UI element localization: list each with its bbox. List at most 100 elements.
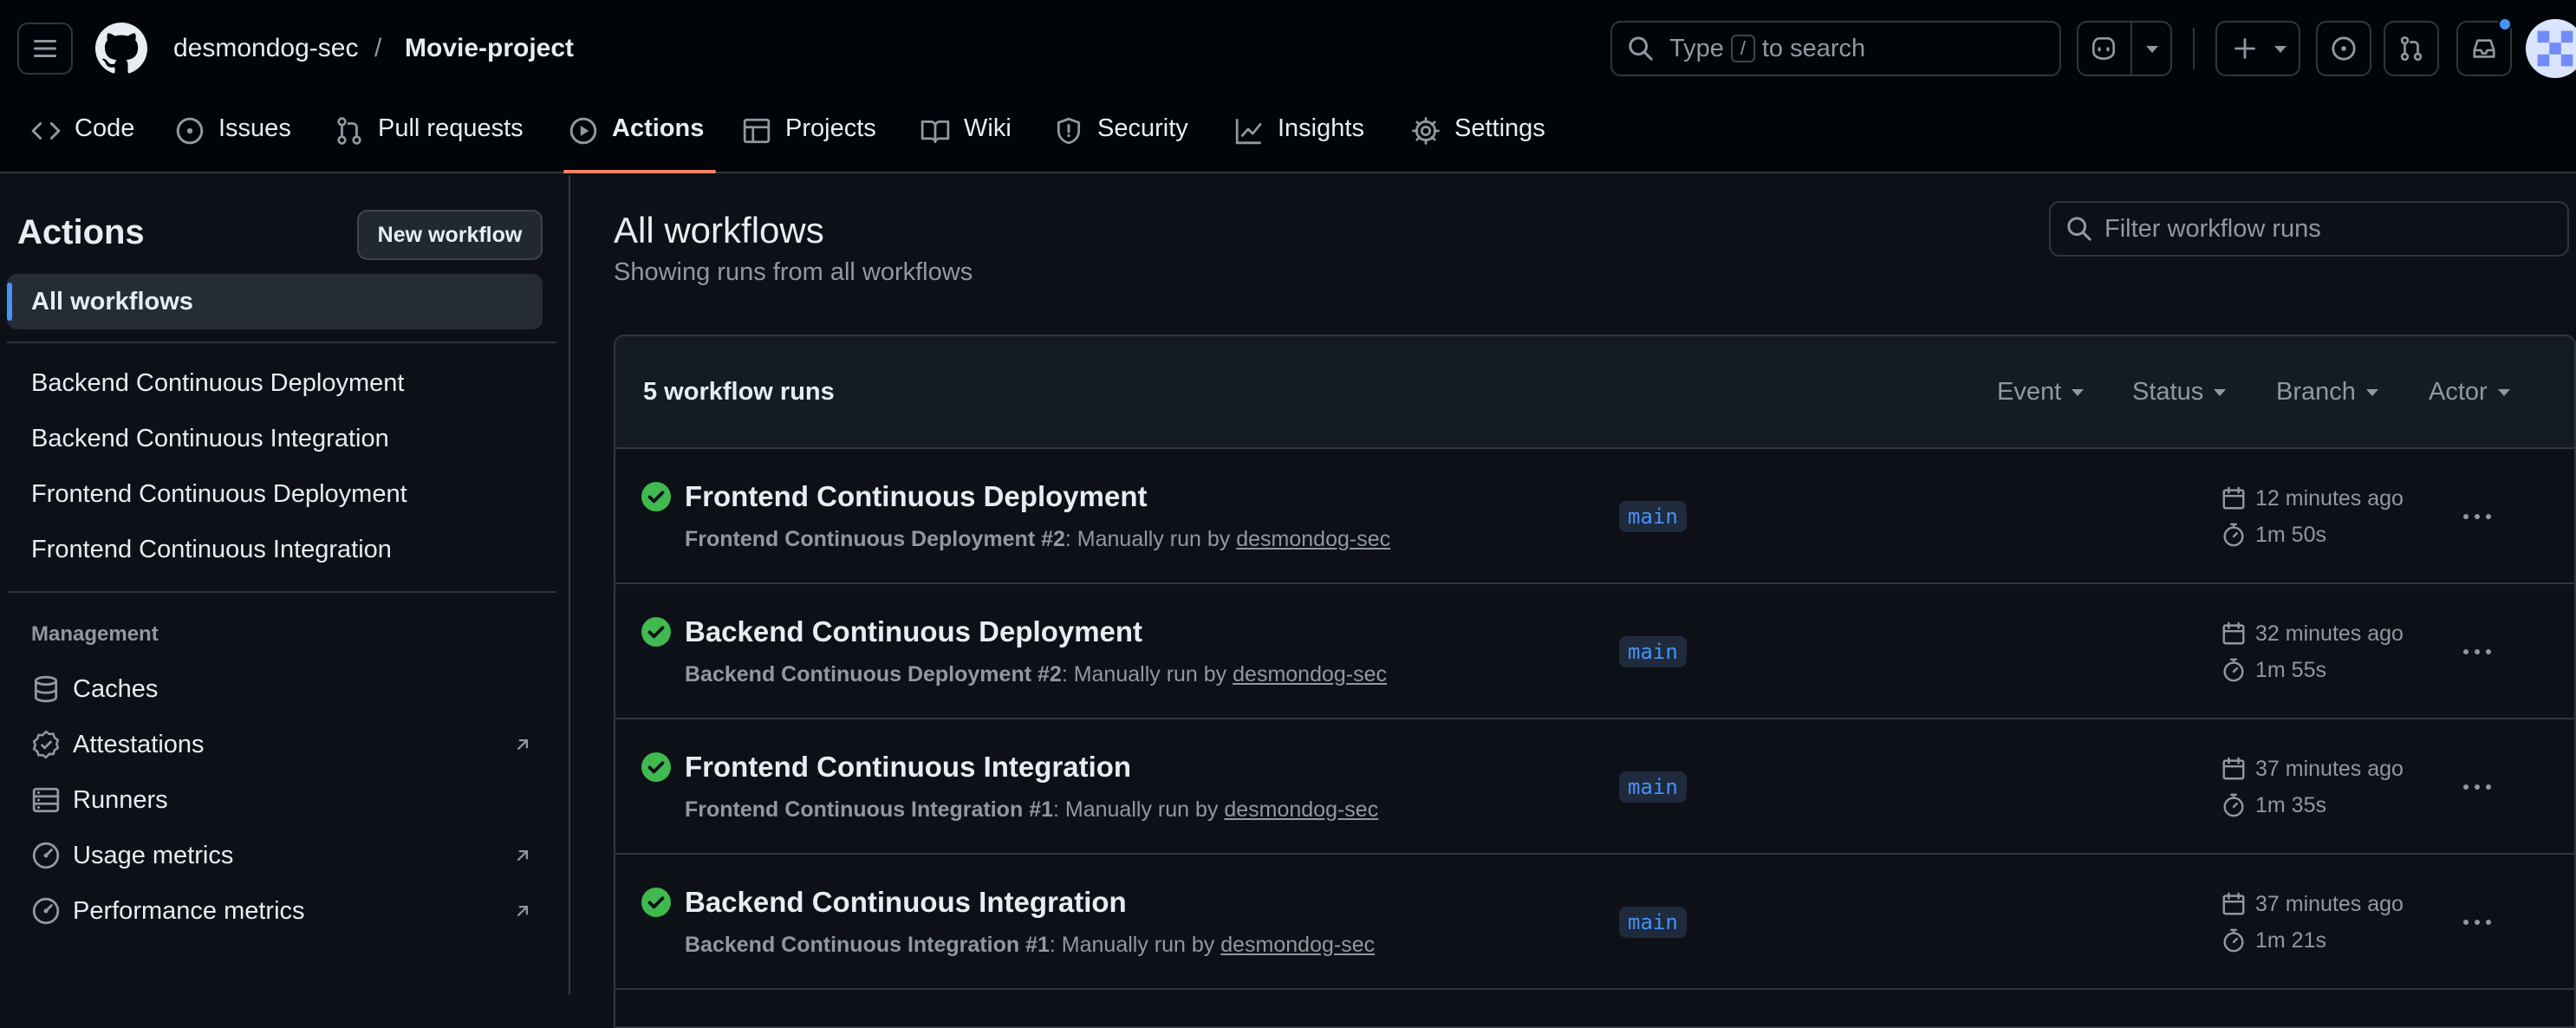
branch-filter-dropdown[interactable]: Branch [2276, 378, 2378, 407]
sidebar-workflow-item[interactable]: Backend Continuous Deployment [31, 369, 404, 398]
server-icon [32, 787, 60, 813]
run-actor-link[interactable]: desmondog-sec [1224, 797, 1378, 822]
workflow-runs-table: 5 workflow runs Event Status Branch Acto… [614, 335, 2576, 1028]
chevron-down-icon [2365, 388, 2378, 396]
database-icon [34, 675, 58, 703]
shield-icon [1057, 117, 1081, 145]
external-link-icon [517, 905, 529, 917]
table-row[interactable]: Backend Continuous Deployment Backend Co… [615, 584, 2574, 719]
stopwatch-icon [2223, 793, 2244, 817]
kebab-horizontal-icon [2463, 514, 2491, 519]
sidebar-workflow-item[interactable]: Backend Continuous Integration [31, 425, 389, 453]
run-title[interactable]: Backend Continuous Integration [685, 886, 1127, 919]
external-link-icon [517, 738, 529, 751]
run-title[interactable]: Frontend Continuous Integration [685, 751, 1131, 784]
verified-icon [32, 730, 60, 759]
run-meta: Frontend Continuous Integration #1: Manu… [685, 797, 1378, 823]
pull-requests-shortcut-button[interactable] [2384, 21, 2439, 76]
table-header: 5 workflow runs Event Status Branch Acto… [615, 336, 2574, 449]
code-icon [31, 122, 61, 140]
run-workflow-name: Backend Continuous Deployment [685, 662, 1032, 686]
copilot-button[interactable] [2077, 21, 2172, 76]
header-divider [2193, 28, 2195, 69]
branch-label[interactable]: main [1619, 501, 1687, 532]
external-link-icon [517, 849, 529, 862]
search-shortcut-key: / [1730, 35, 1755, 62]
branch-label[interactable]: main [1619, 636, 1687, 667]
tab-security[interactable]: Security [1054, 107, 1188, 173]
tab-label: Actions [612, 114, 705, 142]
sidebar-item-all-workflows[interactable]: All workflows [7, 274, 543, 329]
breadcrumb-owner[interactable]: desmondog-sec [173, 31, 358, 66]
branch-label[interactable]: main [1619, 771, 1687, 803]
sidebar-item-label: Usage metrics [73, 841, 234, 869]
sidebar-item-usage-metrics[interactable]: Usage metrics [31, 841, 534, 870]
github-logo-icon[interactable] [95, 23, 147, 75]
sidebar-item-runners[interactable]: Runners [31, 785, 534, 815]
calendar-icon [2222, 486, 2245, 510]
table-row[interactable]: Frontend Continuous Integration Frontend… [615, 719, 2574, 855]
tab-actions[interactable]: Actions [563, 107, 717, 173]
chevron-down-icon [2146, 46, 2158, 53]
run-actor-link[interactable]: desmondog-sec [1220, 933, 1375, 957]
repo-tab-nav: Code Issues Pull requests Actions Projec… [0, 107, 2576, 173]
tab-wiki[interactable]: Wiki [920, 107, 1012, 173]
kebab-menu-button[interactable] [2458, 636, 2496, 667]
sidebar-item-performance-metrics[interactable]: Performance metrics [31, 896, 534, 926]
filter-workflow-runs-input[interactable]: Filter workflow runs [2049, 201, 2569, 257]
avatar[interactable] [2526, 19, 2576, 78]
run-duration-text: 1m 35s [2255, 792, 2326, 817]
kebab-menu-button[interactable] [2458, 501, 2496, 532]
check-circle-icon [641, 482, 671, 511]
tab-issues[interactable]: Issues [175, 107, 291, 173]
tab-settings[interactable]: Settings [1411, 107, 1545, 173]
stopwatch-icon [2223, 523, 2244, 547]
global-search-input[interactable]: Type / to search [1610, 21, 2061, 76]
sidebar-workflow-item[interactable]: Frontend Continuous Deployment [31, 480, 407, 509]
run-actor-link[interactable]: desmondog-sec [1236, 527, 1390, 551]
run-duration: 1m 50s [2221, 522, 2326, 548]
tab-pull-requests[interactable]: Pull requests [335, 107, 524, 173]
branch-label[interactable]: main [1619, 907, 1687, 938]
status-filter-dropdown[interactable]: Status [2132, 378, 2227, 407]
menu-icon [34, 40, 56, 57]
kebab-horizontal-icon [2463, 649, 2491, 654]
tab-label: Wiki [964, 114, 1012, 142]
hamburger-menu-button[interactable] [17, 23, 73, 75]
run-meta: Backend Continuous Deployment #2: Manual… [685, 662, 1387, 687]
sidebar-divider [7, 591, 556, 593]
run-actor-link[interactable]: desmondog-sec [1233, 662, 1387, 686]
run-duration-text: 1m 50s [2255, 522, 2326, 547]
kebab-menu-button[interactable] [2458, 907, 2496, 938]
management-heading: Management [31, 622, 159, 646]
event-filter-dropdown[interactable]: Event [1997, 378, 2085, 407]
run-date: 37 minutes ago [2221, 891, 2404, 917]
run-title[interactable]: Backend Continuous Deployment [685, 615, 1142, 648]
table-row[interactable]: Backend Continuous Integration Backend C… [615, 855, 2574, 990]
tab-insights[interactable]: Insights [1234, 107, 1364, 173]
breadcrumb-repo[interactable]: Movie-project [405, 31, 574, 66]
run-number: #1 [1029, 797, 1053, 822]
sidebar-workflow-item[interactable]: Frontend Continuous Integration [31, 536, 392, 564]
tab-code[interactable]: Code [31, 107, 134, 173]
issues-shortcut-button[interactable] [2316, 21, 2371, 76]
sidebar-item-caches[interactable]: Caches [31, 674, 534, 704]
calendar-icon [2222, 621, 2245, 645]
run-meta: Frontend Continuous Deployment #2: Manua… [685, 527, 1390, 552]
plus-icon [2234, 38, 2255, 59]
stopwatch-icon [2223, 928, 2244, 953]
create-new-button[interactable] [2215, 21, 2300, 76]
table-row[interactable]: Frontend Continuous Deployment Frontend … [615, 449, 2574, 584]
actor-filter-dropdown[interactable]: Actor [2429, 378, 2510, 407]
stopwatch-icon [2223, 658, 2244, 682]
chevron-down-icon [2497, 388, 2510, 396]
sidebar-item-attestations[interactable]: Attestations [31, 730, 534, 759]
tab-label: Pull requests [378, 114, 524, 142]
kebab-menu-button[interactable] [2458, 771, 2496, 803]
tab-projects[interactable]: Projects [742, 107, 876, 173]
inbox-button[interactable] [2456, 17, 2512, 76]
global-header: desmondog-sec / Movie-project Type / to … [0, 0, 2576, 173]
run-title[interactable]: Frontend Continuous Deployment [685, 480, 1147, 513]
run-date-text: 12 minutes ago [2255, 485, 2404, 511]
new-workflow-button[interactable]: New workflow [357, 210, 543, 260]
